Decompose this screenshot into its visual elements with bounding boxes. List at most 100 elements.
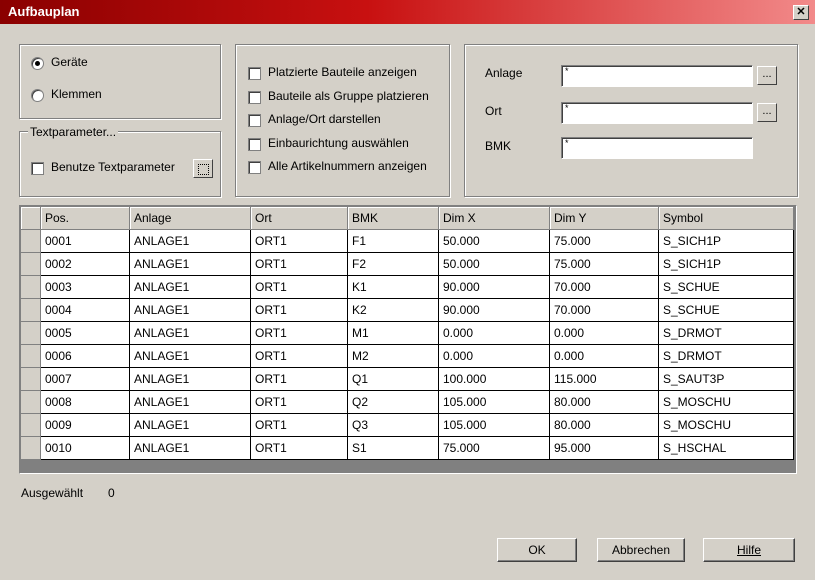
cancel-button[interactable]: Abbrechen xyxy=(597,538,685,562)
table-cell[interactable]: ORT1 xyxy=(250,390,348,414)
table-cell[interactable]: ANLAGE1 xyxy=(129,252,251,276)
table-cell[interactable]: S_SAUT3P xyxy=(658,367,794,391)
table-cell[interactable]: 80.000 xyxy=(549,390,659,414)
table-cell[interactable]: 70.000 xyxy=(549,298,659,322)
table-cell[interactable]: 0001 xyxy=(40,229,130,253)
row-indicator[interactable] xyxy=(21,344,41,368)
anlage-field[interactable]: * xyxy=(561,65,753,87)
row-indicator[interactable] xyxy=(21,275,41,299)
table-row[interactable]: 0001 ANLAGE1 ORT1 F1 50.000 75.000 S_SICH1P xyxy=(21,229,794,253)
table-cell[interactable]: 0007 xyxy=(40,367,130,391)
table-row[interactable]: 0006 ANLAGE1 ORT1 M2 0.000 0.000 S_DRMOT xyxy=(21,344,794,368)
table-cell[interactable]: 75.000 xyxy=(549,252,659,276)
table-cell[interactable]: 0010 xyxy=(40,436,130,460)
table-cell[interactable]: 105.000 xyxy=(438,390,550,414)
table-cell[interactable]: S_SICH1P xyxy=(658,252,794,276)
table-cell[interactable]: 0002 xyxy=(40,252,130,276)
table-cell[interactable]: M2 xyxy=(347,344,439,368)
table-cell[interactable]: 0003 xyxy=(40,275,130,299)
row-indicator[interactable] xyxy=(21,229,41,253)
table-cell[interactable]: ANLAGE1 xyxy=(129,367,251,391)
table-cell[interactable]: S_MOSCHU xyxy=(658,413,794,437)
row-indicator[interactable] xyxy=(21,252,41,276)
ort-field[interactable]: * xyxy=(561,102,753,124)
table-cell[interactable]: ORT1 xyxy=(250,367,348,391)
table-cell[interactable]: ORT1 xyxy=(250,321,348,345)
table-cell[interactable]: 0009 xyxy=(40,413,130,437)
table-cell[interactable]: ANLAGE1 xyxy=(129,229,251,253)
column-header-anlage[interactable]: Anlage xyxy=(129,207,251,230)
table-cell[interactable]: 75.000 xyxy=(438,436,550,460)
row-indicator[interactable] xyxy=(21,367,41,391)
column-header-symbol[interactable]: Symbol xyxy=(658,207,794,230)
table-cell[interactable]: 0006 xyxy=(40,344,130,368)
column-header-ort[interactable]: Ort xyxy=(250,207,348,230)
table-cell[interactable]: 0.000 xyxy=(549,321,659,345)
table-cell[interactable]: K1 xyxy=(347,275,439,299)
table-cell[interactable]: S_SCHUE xyxy=(658,275,794,299)
table-cell[interactable]: 0.000 xyxy=(549,344,659,368)
table-cell[interactable]: 50.000 xyxy=(438,229,550,253)
table-cell[interactable]: 105.000 xyxy=(438,413,550,437)
table-cell[interactable]: ANLAGE1 xyxy=(129,321,251,345)
table-cell[interactable]: 70.000 xyxy=(549,275,659,299)
table-cell[interactable]: S_DRMOT xyxy=(658,321,794,345)
table-cell[interactable]: 90.000 xyxy=(438,298,550,322)
table-cell[interactable]: 0008 xyxy=(40,390,130,414)
table-cell[interactable]: S_HSCHAL xyxy=(658,436,794,460)
table-row[interactable]: 0008 ANLAGE1 ORT1 Q2 105.000 80.000 S_MOSCHU xyxy=(21,390,794,414)
option-checkbox-gruppe[interactable] xyxy=(248,91,261,104)
table-cell[interactable]: S_SCHUE xyxy=(658,298,794,322)
table-cell[interactable]: F1 xyxy=(347,229,439,253)
radio-klemmen[interactable] xyxy=(31,89,44,102)
ort-browse-button[interactable]: ... xyxy=(757,103,777,122)
row-indicator[interactable] xyxy=(21,298,41,322)
table-cell[interactable]: 0004 xyxy=(40,298,130,322)
close-button[interactable]: ✕ xyxy=(793,5,809,20)
table-cell[interactable]: 0005 xyxy=(40,321,130,345)
table-cell[interactable]: ANLAGE1 xyxy=(129,390,251,414)
table-cell[interactable]: 0.000 xyxy=(438,321,550,345)
table-cell[interactable]: ORT1 xyxy=(250,436,348,460)
table-cell[interactable]: S_SICH1P xyxy=(658,229,794,253)
table-cell[interactable]: Q1 xyxy=(347,367,439,391)
table-cell[interactable]: 95.000 xyxy=(549,436,659,460)
help-button[interactable]: Hilfe xyxy=(703,538,795,562)
table-cell[interactable]: ORT1 xyxy=(250,344,348,368)
textparameter-button[interactable] xyxy=(193,159,213,178)
option-checkbox-platzierte[interactable] xyxy=(248,67,261,80)
column-header-dimy[interactable]: Dim Y xyxy=(549,207,659,230)
table-cell[interactable]: 75.000 xyxy=(549,229,659,253)
table-row[interactable]: 0009 ANLAGE1 ORT1 Q3 105.000 80.000 S_MOSCHU xyxy=(21,413,794,437)
table-cell[interactable]: M1 xyxy=(347,321,439,345)
table-row[interactable]: 0007 ANLAGE1 ORT1 Q1 100.000 115.000 S_SAUT3P xyxy=(21,367,794,391)
row-indicator[interactable] xyxy=(21,390,41,414)
option-checkbox-einbaurichtung[interactable] xyxy=(248,138,261,151)
table-cell[interactable]: 0.000 xyxy=(438,344,550,368)
table-cell[interactable]: ORT1 xyxy=(250,229,348,253)
ok-button[interactable]: OK xyxy=(497,538,577,562)
column-header-pos[interactable]: Pos. xyxy=(40,207,130,230)
table-cell[interactable]: Q2 xyxy=(347,390,439,414)
column-header-bmk[interactable]: BMK xyxy=(347,207,439,230)
table-row[interactable]: 0003 ANLAGE1 ORT1 K1 90.000 70.000 S_SCHUE xyxy=(21,275,794,299)
table-cell[interactable]: 80.000 xyxy=(549,413,659,437)
table-cell[interactable]: ORT1 xyxy=(250,275,348,299)
table-cell[interactable]: ANLAGE1 xyxy=(129,413,251,437)
table-row[interactable]: 0010 ANLAGE1 ORT1 S1 75.000 95.000 S_HSCHAL xyxy=(21,436,794,460)
row-indicator[interactable] xyxy=(21,321,41,345)
table-cell[interactable]: 100.000 xyxy=(438,367,550,391)
table-row[interactable]: 0005 ANLAGE1 ORT1 M1 0.000 0.000 S_DRMOT xyxy=(21,321,794,345)
table-cell[interactable]: S_MOSCHU xyxy=(658,390,794,414)
benutze-textparameter-checkbox[interactable] xyxy=(31,162,44,175)
table-cell[interactable]: ORT1 xyxy=(250,298,348,322)
table-cell[interactable]: ORT1 xyxy=(250,413,348,437)
radio-geraete[interactable] xyxy=(31,57,44,70)
table-cell[interactable]: ANLAGE1 xyxy=(129,344,251,368)
table-row[interactable]: 0002 ANLAGE1 ORT1 F2 50.000 75.000 S_SICH1P xyxy=(21,252,794,276)
table-cell[interactable]: S_DRMOT xyxy=(658,344,794,368)
table-row[interactable]: 0004 ANLAGE1 ORT1 K2 90.000 70.000 S_SCHUE xyxy=(21,298,794,322)
row-indicator[interactable] xyxy=(21,436,41,460)
table-cell[interactable]: ANLAGE1 xyxy=(129,436,251,460)
table-cell[interactable]: ANLAGE1 xyxy=(129,275,251,299)
